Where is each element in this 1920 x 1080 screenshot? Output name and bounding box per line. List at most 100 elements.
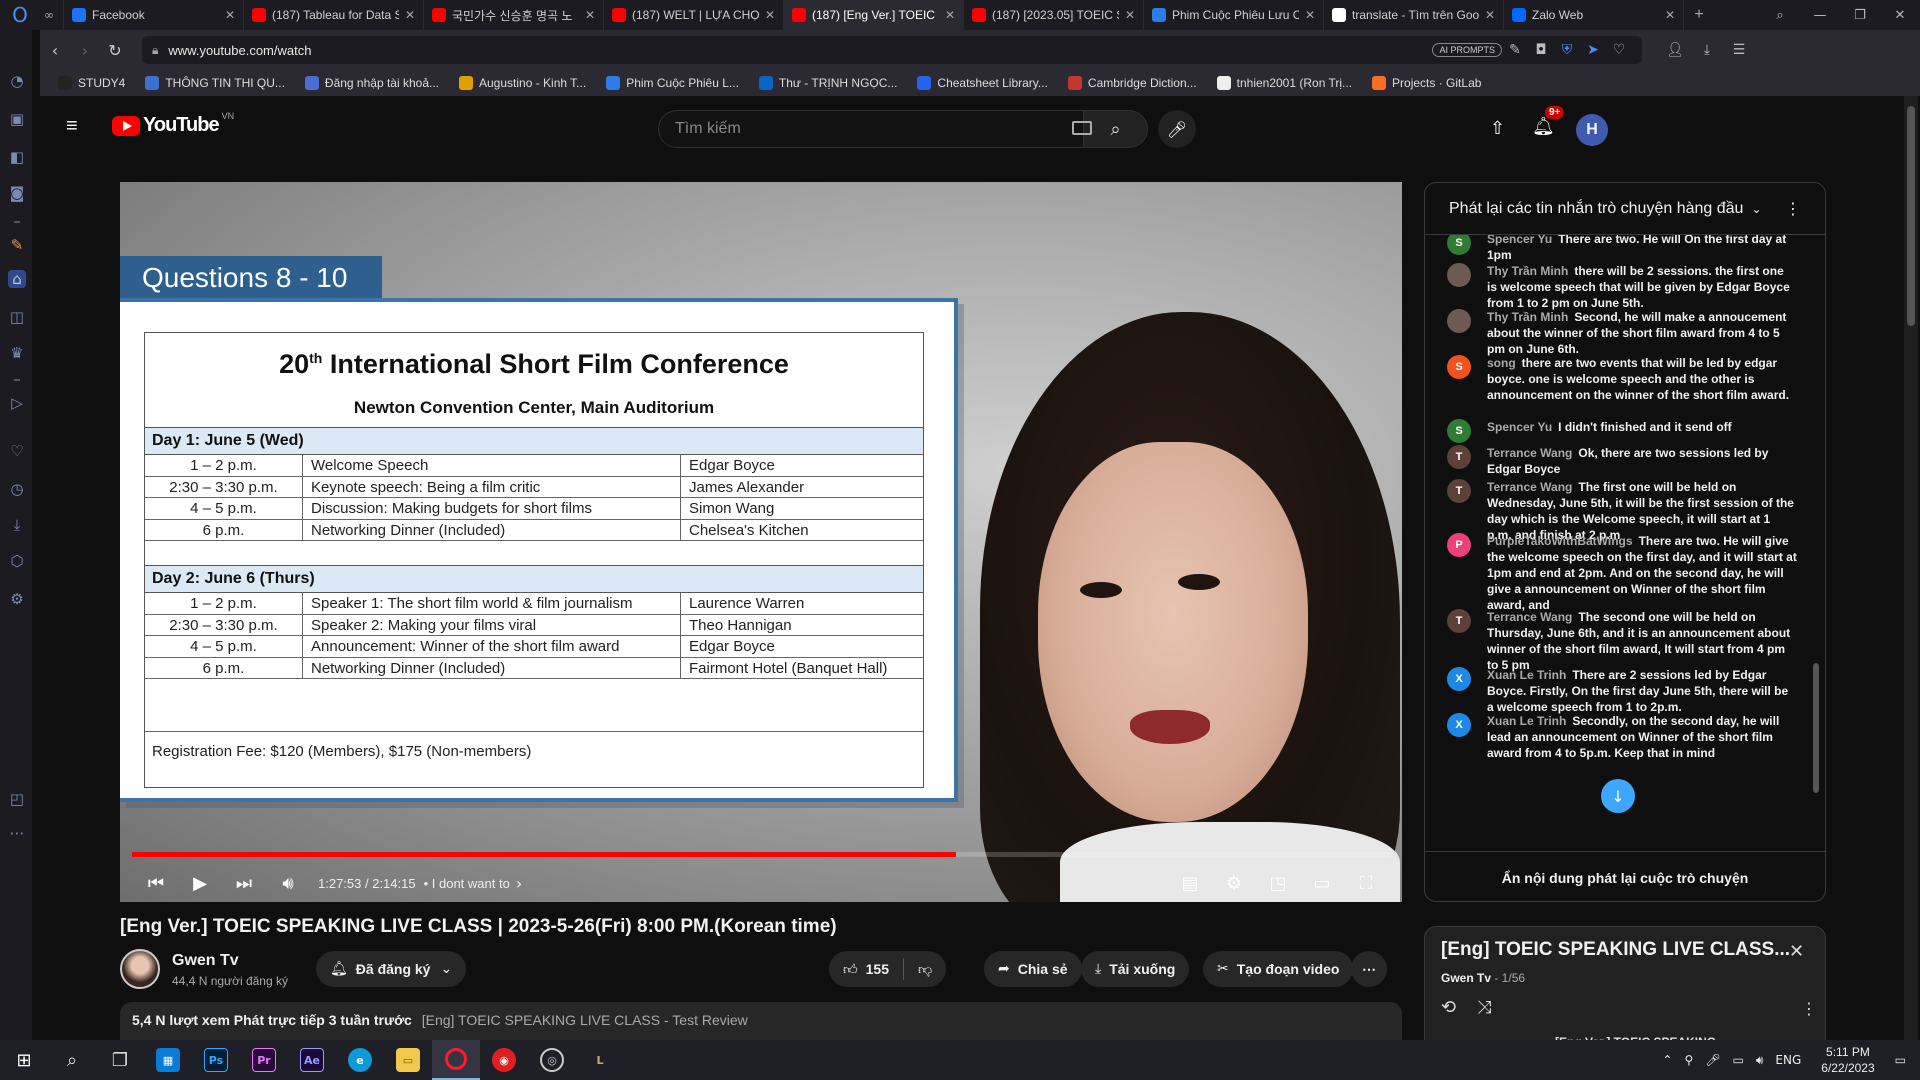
search-input[interactable]	[658, 110, 1084, 148]
notifications-bell-icon[interactable]: 🔔︎	[1532, 116, 1555, 137]
bookmark-item[interactable]: Thư - TRỊNH NGỌC...	[758, 76, 897, 90]
downloads-icon[interactable]: ⤓	[8, 516, 26, 534]
chat-avatar[interactable]: X	[1447, 667, 1471, 691]
clock[interactable]: 5:11 PM 6/22/2023	[1821, 1044, 1874, 1076]
next-icon[interactable]: ⏭	[222, 864, 266, 902]
clip-button[interactable]: ✂ Tạo đoạn video	[1203, 951, 1354, 987]
voice-search-button[interactable]: 🎤︎	[1158, 110, 1196, 148]
shield-icon[interactable]: ⛨	[1554, 42, 1580, 58]
ai-prompts-badge[interactable]: AI PROMPTS	[1432, 43, 1502, 57]
minimize-button[interactable]: —	[1800, 8, 1840, 23]
red-app[interactable]: ◉	[480, 1040, 528, 1080]
play-icon[interactable]: ▶	[178, 864, 222, 902]
send-icon[interactable]: ➤	[1580, 42, 1606, 58]
like-button[interactable]: 👍︎ 155 👎︎	[829, 951, 947, 987]
league-app[interactable]: L	[576, 1040, 624, 1080]
chat-avatar[interactable]: S	[1447, 355, 1471, 379]
chat-avatar[interactable]: X	[1447, 713, 1471, 737]
photoshop-app[interactable]: Ps	[192, 1040, 240, 1080]
history-icon[interactable]: ◷	[8, 480, 26, 498]
start-button[interactable]: ⊞	[0, 1040, 48, 1080]
reload-button[interactable]: ↻	[100, 41, 130, 60]
miniplayer-icon[interactable]: ◳	[1256, 864, 1300, 902]
progress-bar[interactable]	[132, 852, 1390, 857]
premiere-app[interactable]: Pr	[240, 1040, 288, 1080]
channel-avatar[interactable]	[120, 949, 160, 989]
theater-mode-icon[interactable]: ▭	[1300, 864, 1344, 902]
thumbs-down-icon[interactable]: 👎︎	[918, 961, 932, 978]
channel-name[interactable]: Gwen Tv	[172, 952, 239, 970]
shuffle-icon[interactable]: ⤨	[1477, 997, 1491, 1018]
account-avatar[interactable]: H	[1576, 114, 1608, 146]
close-tab-icon[interactable]: ✕	[765, 8, 775, 22]
page-scrollbar[interactable]	[1904, 96, 1918, 1050]
file-explorer-app[interactable]: ▭	[384, 1040, 432, 1080]
browser-tab[interactable]: (187) WELT | LỰA CHỌN ✕	[604, 0, 784, 30]
browser-tab[interactable]: (187) [Eng Ver.] TOEIC S ✕	[784, 0, 964, 30]
search-taskbar-button[interactable]: ⌕	[48, 1040, 96, 1080]
chat-author[interactable]: PurpleTakoWithBatWings	[1487, 534, 1633, 548]
playlist-channel[interactable]: Gwen Tv	[1441, 971, 1491, 985]
chat-author[interactable]: Terrance Wang	[1487, 446, 1572, 460]
bookmark-item[interactable]: STUDY4	[58, 76, 125, 90]
more-sidebar-icon[interactable]: ⋯	[8, 824, 26, 842]
chat-avatar[interactable]: T	[1447, 479, 1471, 503]
previous-icon[interactable]: ⏮	[134, 864, 178, 902]
bookmark-item[interactable]: Augustino - Kinh T...	[459, 76, 586, 90]
loop-icon[interactable]: ⟲	[1441, 997, 1456, 1018]
close-tab-icon[interactable]: ✕	[1485, 8, 1495, 22]
bookmark-item[interactable]: tnhien2001 (Ron Trị...	[1216, 76, 1352, 90]
bookmark-item[interactable]: Đăng nhập tài khoả...	[304, 76, 439, 90]
chat-avatar[interactable]: T	[1447, 609, 1471, 633]
tray-expand-icon[interactable]: ⌃	[1662, 1053, 1672, 1067]
browser-tab[interactable]: 국민가수 신승훈 명곡 노 ✕	[424, 0, 604, 30]
aftereffects-app[interactable]: Ae	[288, 1040, 336, 1080]
heart-icon[interactable]: ♡	[1606, 42, 1632, 58]
subtitles-icon[interactable]: ▤	[1168, 864, 1212, 902]
chat-author[interactable]: Spencer Yu	[1487, 420, 1552, 434]
video-player[interactable]: Questions 8 - 10 20th International Shor…	[120, 182, 1402, 902]
close-tab-icon[interactable]: ✕	[585, 8, 595, 22]
chat-header[interactable]: Phát lại các tin nhắn trò chuyện hàng đầ…	[1425, 183, 1825, 235]
camera-icon[interactable]: ◘	[1528, 42, 1554, 58]
favorites-icon[interactable]: ♡	[8, 442, 26, 460]
home-icon[interactable]: ⌂	[8, 270, 26, 288]
chat-more-icon[interactable]: ⋮	[1785, 199, 1801, 218]
chat-author[interactable]: song	[1487, 356, 1516, 370]
close-window-button[interactable]: ✕	[1880, 8, 1920, 23]
share-button[interactable]: ➦ Chia sẻ	[984, 951, 1082, 987]
close-tab-icon[interactable]: ✕	[225, 8, 235, 22]
playlist-more-icon[interactable]: ⋮	[1801, 999, 1817, 1018]
bookmark-item[interactable]: Cheatsheet Library...	[917, 76, 1048, 90]
download-icon[interactable]: ⤓	[1694, 42, 1720, 58]
chat-avatar[interactable]: T	[1447, 445, 1471, 469]
chat-avatar[interactable]: S	[1447, 419, 1471, 443]
bookmark-item[interactable]: Projects · GitLab	[1372, 76, 1481, 90]
chapter-title[interactable]: • I dont want to	[424, 876, 510, 891]
settings-gear-icon[interactable]: ⚙	[1212, 864, 1256, 902]
paint-icon[interactable]: ✎	[8, 236, 26, 254]
subscribed-button[interactable]: 🔔︎ Đã đăng ký ⌄	[316, 951, 467, 987]
youtube-logo[interactable]: YouTube VN	[112, 111, 234, 137]
scroll-down-button[interactable]: ↓	[1601, 779, 1635, 813]
close-icon[interactable]: ✕	[1789, 941, 1804, 962]
more-actions-button[interactable]: ⋯	[1351, 951, 1387, 987]
close-tab-icon[interactable]: ✕	[1125, 8, 1135, 22]
gaming-icon[interactable]: ◫	[8, 308, 26, 326]
edit-icon[interactable]: ✎	[1502, 42, 1528, 58]
chat-author[interactable]: Thy Trần Minh	[1487, 310, 1568, 324]
close-tab-icon[interactable]: ✕	[405, 8, 415, 22]
chapter-chevron-icon[interactable]: ›	[516, 874, 522, 893]
notification-center-icon[interactable]: ▭	[1895, 1053, 1906, 1067]
hamburger-menu-icon[interactable]: ≡	[66, 116, 86, 136]
bookmark-item[interactable]: Cambridge Diction...	[1067, 76, 1197, 90]
chat-avatar[interactable]	[1447, 309, 1471, 333]
bookmark-item[interactable]: THÔNG TIN THI QU...	[145, 76, 285, 90]
tab-search-icon[interactable]: ⌕	[1760, 8, 1800, 23]
close-tab-icon[interactable]: ✕	[1305, 8, 1315, 22]
chat-author[interactable]: Xuan Le Trinh	[1487, 714, 1566, 728]
bookmark-item[interactable]: Phim Cuộc Phiêu L...	[606, 76, 739, 90]
keyboard-icon[interactable]	[1072, 121, 1092, 135]
back-button[interactable]: ‹	[40, 41, 70, 60]
download-button[interactable]: ⤓ Tải xuống	[1081, 951, 1190, 987]
